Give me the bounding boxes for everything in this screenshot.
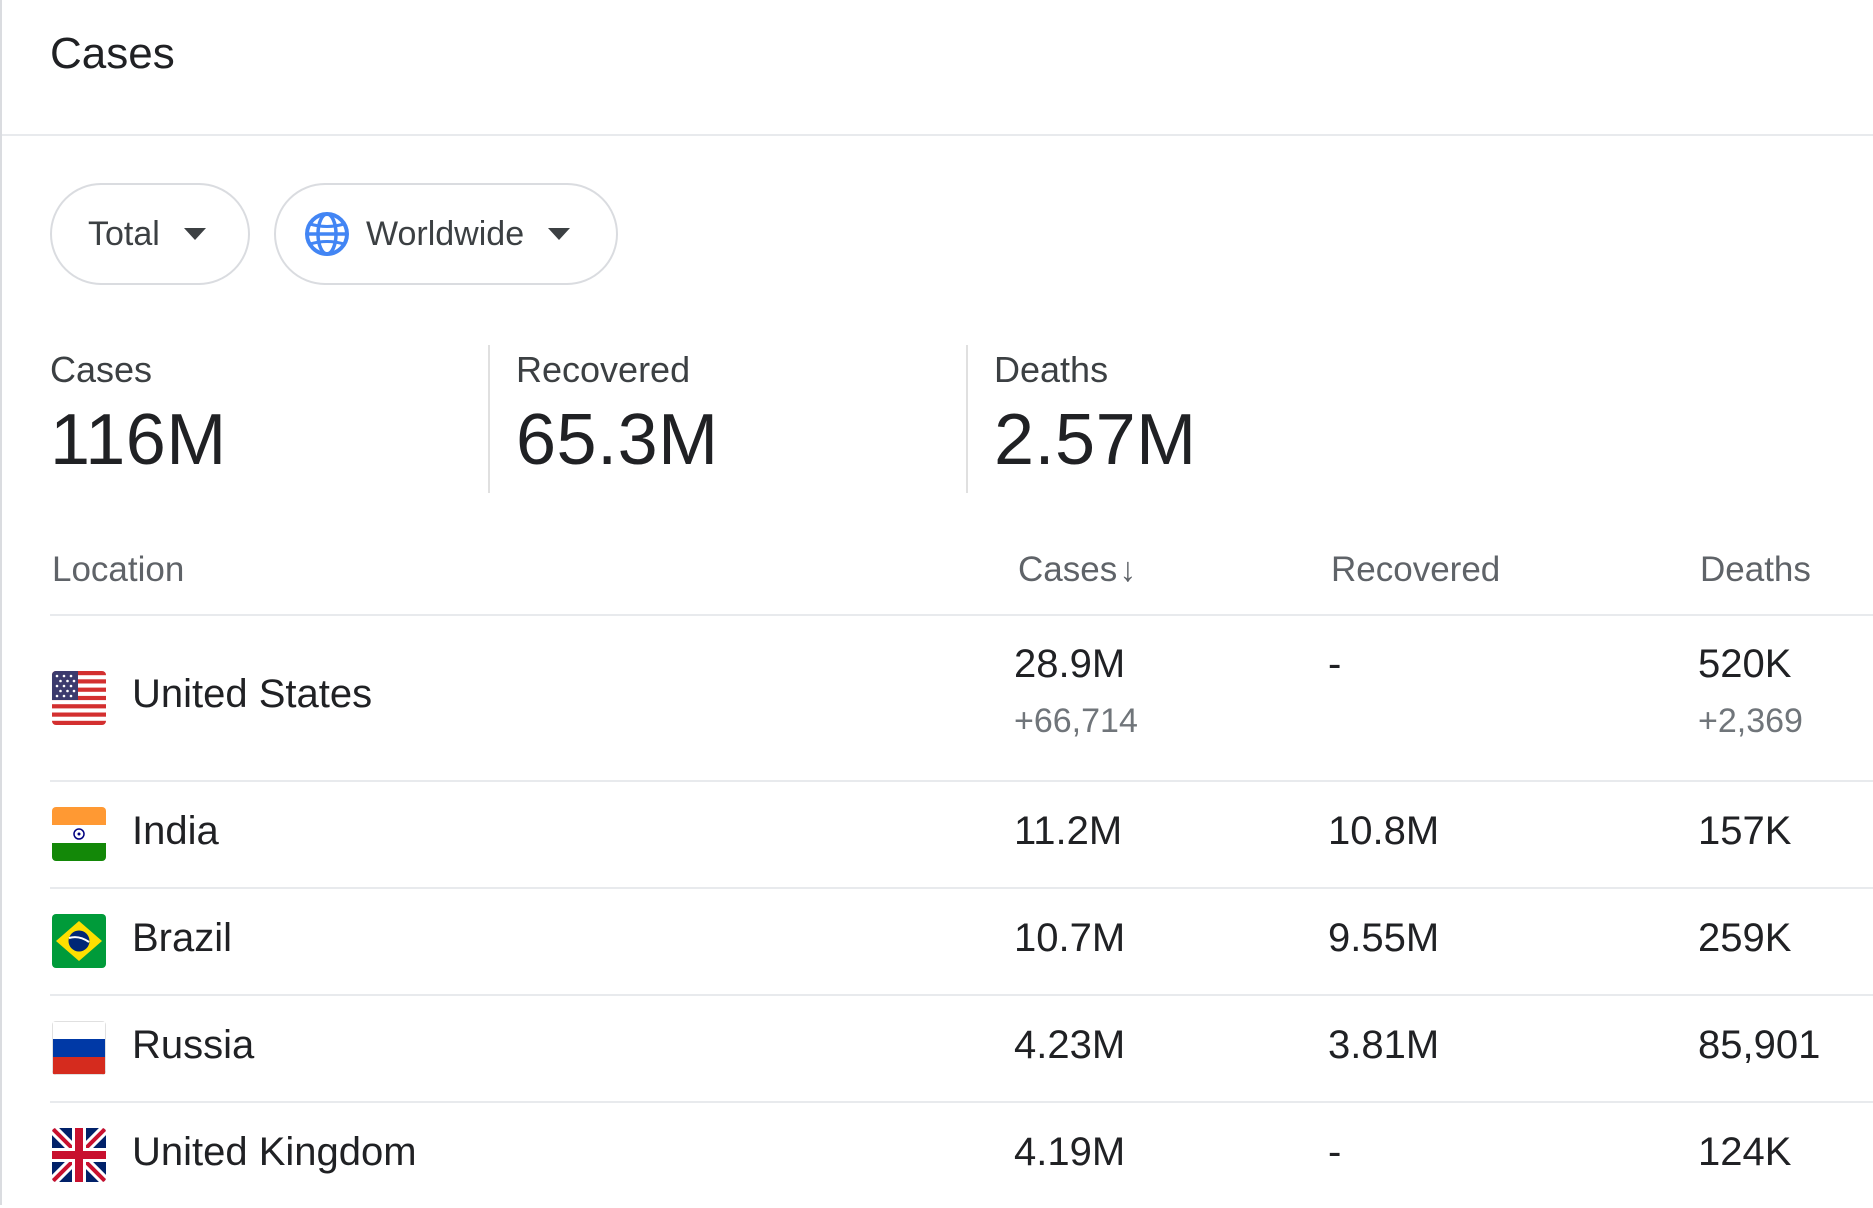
- cases-value: 11.2M: [1014, 809, 1123, 853]
- table-row[interactable]: India 11.2M 10.8M 157K: [50, 782, 1873, 889]
- caret-down-icon: [183, 228, 206, 240]
- recovered-value: 10.8M: [1328, 809, 1440, 853]
- stat-label: Cases: [50, 349, 153, 390]
- stat-recovered: Recovered 65.3M: [488, 345, 966, 493]
- card-header: Cases: [2, 0, 1873, 136]
- stat-value: 65.3M: [516, 400, 719, 480]
- country-name: United States: [132, 672, 373, 716]
- stat-cases: Cases 116M: [50, 345, 488, 493]
- country-name: United Kingdom: [132, 1130, 417, 1174]
- region-dropdown-label: Worldwide: [366, 214, 525, 253]
- caret-down-icon: [548, 228, 571, 240]
- recovered-value: 9.55M: [1328, 916, 1440, 960]
- cases-value: 4.19M: [1014, 1130, 1126, 1174]
- cases-value: 28.9M: [1014, 642, 1126, 686]
- table-row[interactable]: United Kingdom 4.19M - 124K: [50, 1103, 1873, 1208]
- stat-deaths: Deaths 2.57M: [966, 345, 1444, 493]
- russia-flag-icon: [52, 1021, 106, 1075]
- country-name: Russia: [132, 1023, 255, 1067]
- column-header-cases[interactable]: Cases↓: [1018, 550, 1136, 590]
- stat-value: 116M: [50, 400, 227, 480]
- country-name: Brazil: [132, 916, 233, 960]
- deaths-value: 124K: [1698, 1130, 1792, 1174]
- stat-label: Deaths: [994, 349, 1109, 390]
- period-dropdown-label: Total: [88, 214, 160, 253]
- column-header-recovered[interactable]: Recovered: [1331, 550, 1500, 590]
- deaths-new-value: +2,369: [1698, 702, 1803, 740]
- period-dropdown[interactable]: Total: [50, 183, 250, 285]
- table-row[interactable]: Brazil 10.7M 9.55M 259K: [50, 889, 1873, 996]
- deaths-value: 157K: [1698, 809, 1792, 853]
- table-header: Location Cases↓ Recovered Deaths: [50, 530, 1873, 616]
- table-row[interactable]: United States 28.9M +66,714 - 520K +2,36…: [50, 616, 1873, 782]
- column-header-cases-label: Cases: [1018, 550, 1118, 589]
- recovered-value: -: [1328, 642, 1342, 686]
- region-dropdown[interactable]: Worldwide: [274, 183, 618, 285]
- cases-value: 4.23M: [1014, 1023, 1126, 1067]
- card-title: Cases: [50, 29, 175, 78]
- country-name: India: [132, 809, 219, 853]
- uk-flag-icon: [52, 1128, 106, 1182]
- stat-label: Recovered: [516, 349, 691, 390]
- cases-table: Location Cases↓ Recovered Deaths United …: [50, 530, 1873, 1208]
- deaths-value: 259K: [1698, 916, 1792, 960]
- cases-card: Cases Total Worldwide Cases 116M Recover…: [0, 0, 1873, 1205]
- brazil-flag-icon: [52, 914, 106, 968]
- filter-bar: Total Worldwide: [50, 183, 618, 285]
- india-flag-icon: [52, 807, 106, 861]
- column-header-deaths[interactable]: Deaths: [1700, 550, 1811, 590]
- summary-stats: Cases 116M Recovered 65.3M Deaths 2.57M: [50, 345, 1444, 493]
- deaths-value: 85,901: [1698, 1023, 1821, 1067]
- column-header-location[interactable]: Location: [52, 550, 184, 590]
- us-flag-icon: [52, 671, 106, 725]
- sort-descending-icon: ↓: [1119, 551, 1137, 589]
- cases-value: 10.7M: [1014, 916, 1126, 960]
- deaths-value: 520K: [1698, 642, 1792, 686]
- recovered-value: 3.81M: [1328, 1023, 1440, 1067]
- stat-value: 2.57M: [994, 400, 1197, 480]
- cases-new-value: +66,714: [1014, 702, 1138, 740]
- recovered-value: -: [1328, 1130, 1342, 1174]
- globe-icon: [305, 212, 349, 256]
- table-row[interactable]: Russia 4.23M 3.81M 85,901: [50, 996, 1873, 1103]
